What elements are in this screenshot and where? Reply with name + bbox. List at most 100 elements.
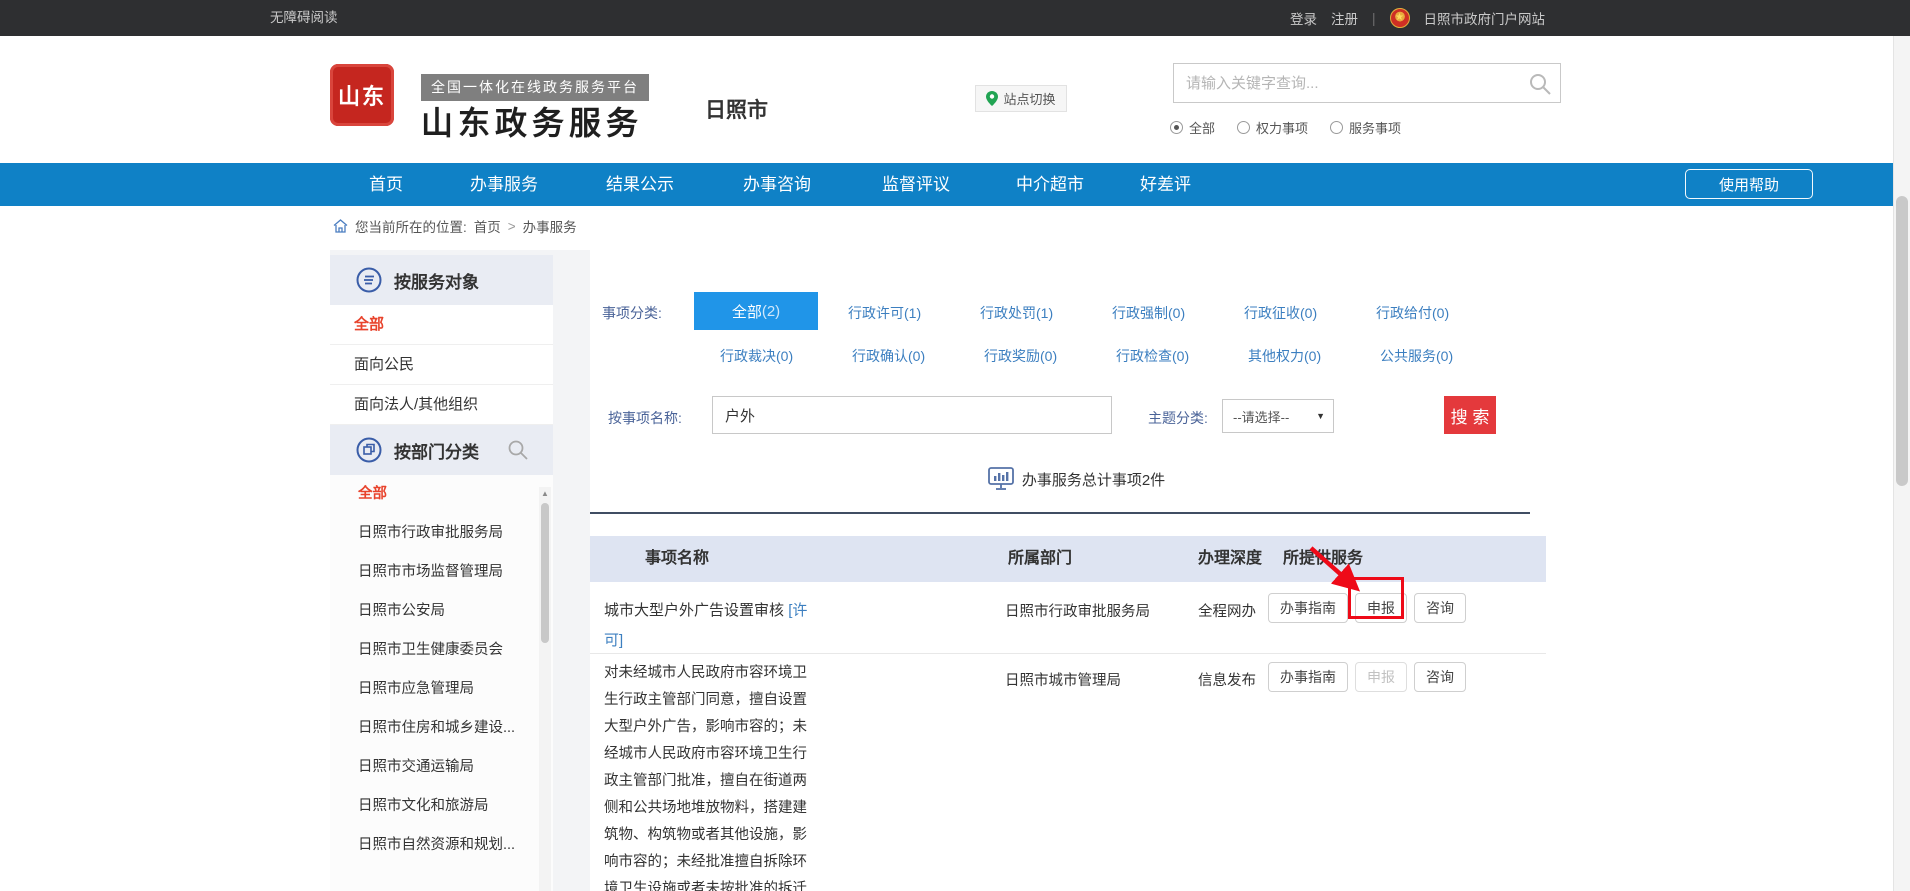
tab-count: (0) (1436, 348, 1453, 364)
register-link[interactable]: 注册 (1331, 8, 1358, 28)
dept-item[interactable]: 日照市住房和城乡建设... (330, 709, 553, 748)
portal-link[interactable]: 日照市政府门户网站 (1424, 8, 1546, 28)
apply-button-disabled: 申报 (1355, 662, 1407, 692)
guide-button[interactable]: 办事指南 (1268, 662, 1348, 692)
dept-item[interactable]: 日照市文化和旅游局 (330, 787, 553, 826)
breadcrumb-prefix: 您当前所在的位置: (355, 216, 467, 236)
department-cell: 日照市行政审批服务局 (1005, 600, 1150, 621)
annotation-arrow (1303, 543, 1375, 603)
tab-label: 全部 (732, 301, 762, 322)
scope-label: 全部 (1189, 118, 1215, 137)
page-scrollbar[interactable] (1893, 36, 1910, 891)
col-header-department: 所属部门 (1008, 536, 1072, 582)
site-switch-button[interactable]: 站点切换 (975, 85, 1067, 112)
table-header: 事项名称 所属部门 办理深度 所提供服务 (590, 536, 1546, 582)
topbar: 无障碍阅读 登录 注册 | ★ 日照市政府门户网站 (0, 0, 1910, 36)
item-name-label: 按事项名称: (608, 408, 682, 428)
sidebar-header-service-object: 按服务对象 (330, 255, 553, 305)
category-tab-coercion[interactable]: 行政强制(0) (1112, 303, 1185, 323)
category-tab-all[interactable]: 全部 (2) (694, 292, 818, 330)
search-input[interactable] (1174, 64, 1524, 102)
sidebar-item-citizen[interactable]: 面向公民 (330, 345, 553, 385)
dept-item[interactable]: 日照市交通运输局 (330, 748, 553, 787)
tab-label: 行政确认 (852, 348, 908, 364)
nav-item-review[interactable]: 好差评 (1140, 163, 1191, 206)
scope-radio-all[interactable]: 全部 (1170, 118, 1215, 137)
scope-radio-power[interactable]: 权力事项 (1237, 118, 1308, 137)
category-tab-inspection[interactable]: 行政检查(0) (1116, 346, 1189, 366)
item-name-text[interactable]: 城市大型户外广告设置审核 (604, 602, 784, 619)
category-tab-reward[interactable]: 行政奖励(0) (984, 346, 1057, 366)
scrollbar-up-arrow[interactable]: ▲ (539, 489, 551, 498)
breadcrumb-home[interactable]: 首页 (474, 216, 501, 236)
dept-item[interactable]: 日照市自然资源和规划... (330, 826, 553, 865)
scope-radio-service[interactable]: 服务事项 (1330, 118, 1401, 137)
nav-item-supervision[interactable]: 监督评议 (882, 163, 950, 206)
nav-item-services[interactable]: 办事服务 (470, 163, 538, 206)
consult-button[interactable]: 咨询 (1414, 593, 1466, 623)
category-tab-license[interactable]: 行政许可(1) (848, 303, 921, 323)
dept-item[interactable]: 日照市卫生健康委员会 (330, 631, 553, 670)
breadcrumb-separator: > (508, 219, 516, 234)
site-seal-logo: 山东 (330, 64, 394, 126)
category-tab-penalty[interactable]: 行政处罚(1) (980, 303, 1053, 323)
category-tab-other-power[interactable]: 其他权力(0) (1248, 346, 1321, 366)
department-cell: 日照市城市管理局 (1005, 669, 1121, 690)
scope-label: 服务事项 (1349, 118, 1401, 137)
nav-item-home[interactable]: 首页 (369, 163, 403, 206)
nav-item-results[interactable]: 结果公示 (606, 163, 674, 206)
tab-label: 行政检查 (1116, 348, 1172, 364)
seal-text: 山东 (338, 79, 386, 111)
radio-icon (1330, 121, 1343, 134)
accessibility-link[interactable]: 无障碍阅读 (270, 0, 338, 36)
depth-cell: 信息发布 (1198, 669, 1256, 690)
radio-selected-icon (1170, 121, 1183, 134)
page-scrollbar-thumb[interactable] (1896, 196, 1908, 486)
dept-item[interactable]: 日照市应急管理局 (330, 670, 553, 709)
sidebar: 按服务对象 全部 面向公民 面向法人/其他组织 按部门分类 全部 日照市行政审批… (330, 255, 553, 891)
tab-label: 行政给付 (1376, 305, 1432, 321)
tab-label: 行政奖励 (984, 348, 1040, 364)
sidebar-item-legal-person[interactable]: 面向法人/其他组织 (330, 385, 553, 425)
department-category-icon (356, 437, 382, 463)
tab-count: (0) (1432, 305, 1449, 321)
category-tab-public-service[interactable]: 公共服务(0) (1380, 346, 1453, 366)
topic-select-value: --请选择-- (1233, 407, 1289, 426)
scope-label: 权力事项 (1256, 118, 1308, 137)
item-name-cell[interactable]: 对未经城市人民政府市容环境卫生行政主管部门同意，擅自设置大型户外广告，影响市容的… (604, 660, 816, 891)
category-filter-label: 事项分类: (602, 303, 662, 323)
nav-item-intermediary[interactable]: 中介超市 (1016, 163, 1084, 206)
select-caret-icon: ▼ (1316, 411, 1325, 421)
department-search-icon[interactable] (507, 439, 529, 461)
category-tab-payment[interactable]: 行政给付(0) (1376, 303, 1449, 323)
topic-select[interactable]: --请选择-- ▼ (1222, 399, 1334, 433)
sidebar-item-service-all[interactable]: 全部 (330, 305, 553, 345)
content-area: 按服务对象 全部 面向公民 面向法人/其他组织 按部门分类 全部 日照市行政审批… (330, 250, 1563, 891)
sidebar-title: 按部门分类 (394, 438, 479, 463)
item-name-input[interactable] (712, 396, 1112, 434)
category-tab-adjudication[interactable]: 行政裁决(0) (720, 346, 793, 366)
consult-button[interactable]: 咨询 (1414, 662, 1466, 692)
dept-item-all[interactable]: 全部 (330, 475, 553, 514)
category-tab-confirmation[interactable]: 行政确认(0) (852, 346, 925, 366)
statistics-monitor-icon (988, 467, 1014, 491)
category-tab-levy[interactable]: 行政征收(0) (1244, 303, 1317, 323)
department-scrollbar[interactable]: ▲ (539, 487, 551, 891)
scrollbar-thumb[interactable] (541, 503, 549, 643)
tab-count: (0) (1172, 348, 1189, 364)
dept-item[interactable]: 日照市行政审批服务局 (330, 514, 553, 553)
tab-label: 行政强制 (1112, 305, 1168, 321)
search-button[interactable]: 搜 索 (1444, 396, 1496, 434)
location-pin-icon (986, 91, 998, 106)
dept-item[interactable]: 日照市市场监督管理局 (330, 553, 553, 592)
topbar-right: 登录 注册 | ★ 日照市政府门户网站 (1290, 0, 1545, 36)
search-icon[interactable] (1528, 72, 1552, 96)
tab-label: 公共服务 (1380, 348, 1436, 364)
help-button[interactable]: 使用帮助 (1685, 169, 1813, 199)
site-name: 山东政务服务 (421, 98, 643, 144)
login-link[interactable]: 登录 (1290, 8, 1317, 28)
national-emblem-icon: ★ (1390, 8, 1410, 28)
tab-label: 行政征收 (1244, 305, 1300, 321)
nav-item-consult[interactable]: 办事咨询 (743, 163, 811, 206)
dept-item[interactable]: 日照市公安局 (330, 592, 553, 631)
